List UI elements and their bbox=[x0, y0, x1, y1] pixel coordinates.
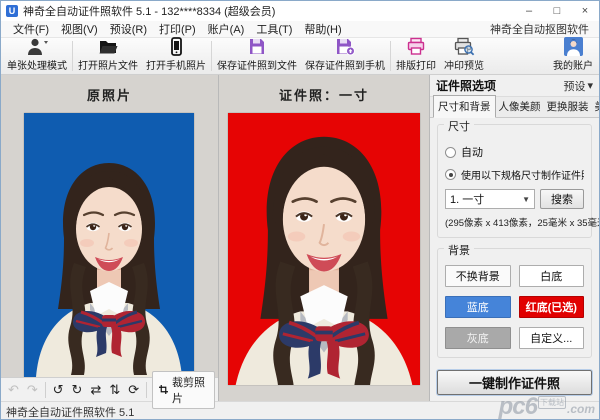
menu-tools[interactable]: 工具(T) bbox=[250, 21, 298, 37]
spec-size-label: 使用以下规格尺寸制作证件照: bbox=[461, 167, 584, 182]
menu-view[interactable]: 视图(V) bbox=[55, 21, 104, 37]
print-preview-label: 冲印预览 bbox=[444, 57, 484, 72]
print-preview-button[interactable]: 冲印预览 bbox=[440, 38, 488, 74]
rotate-free-icon[interactable]: ⟳ bbox=[124, 379, 143, 401]
phone-icon bbox=[166, 37, 186, 56]
save-to-phone-button[interactable]: 保存证件照到手机 bbox=[301, 38, 389, 74]
avatar bbox=[564, 37, 583, 56]
layout-print-label: 排版打印 bbox=[396, 57, 436, 72]
auto-size-radio[interactable] bbox=[445, 147, 456, 158]
printer-icon bbox=[406, 37, 426, 56]
app-icon: U bbox=[6, 5, 18, 17]
main-area: 原照片 ↶ ↷ ↺ ↻ ⇄ ⇅ ⟳ 裁剪照片 bbox=[1, 75, 599, 401]
bg-custom-button[interactable]: 自定义... bbox=[519, 327, 585, 349]
main-toolbar: 单张处理模式 打开照片文件 打开手机照片 保存证件照到文件 保存证件 bbox=[1, 38, 599, 75]
size-spec-value: 1. 一寸 bbox=[450, 191, 484, 207]
original-photo-panel: 原照片 ↶ ↷ ↺ ↻ ⇄ ⇅ ⟳ 裁剪照片 bbox=[1, 75, 219, 401]
preset-dropdown[interactable]: 预设 ▾ bbox=[563, 78, 593, 94]
crop-photo-label: 裁剪照片 bbox=[172, 374, 208, 406]
open-photo-button[interactable]: 打开照片文件 bbox=[74, 38, 142, 74]
app-window: U 神奇全自动证件照软件 5.1 - 132****8334 (超级会员) – … bbox=[0, 0, 600, 420]
flip-vertical-icon[interactable]: ⇅ bbox=[105, 379, 124, 401]
size-group: 尺寸 自动 使用以下规格尺寸制作证件照: 1. 一寸 ▼ bbox=[437, 124, 592, 238]
tab-change-clothes[interactable]: 更换服装 bbox=[544, 96, 592, 117]
spec-size-radio[interactable] bbox=[445, 169, 456, 180]
original-photo-title: 原照片 bbox=[1, 75, 218, 113]
background-group: 背景 不换背景 白底 蓝底 红底(已选) 灰底 自定义... bbox=[437, 248, 592, 358]
crop-photo-button[interactable]: 裁剪照片 bbox=[152, 371, 215, 409]
menu-bar: 文件(F) 视图(V) 预设(R) 打印(P) 账户(A) 工具(T) 帮助(H… bbox=[1, 21, 599, 38]
single-mode-label: 单张处理模式 bbox=[7, 57, 67, 72]
save-phone-icon bbox=[335, 37, 356, 56]
options-panel-title: 证件照选项 bbox=[436, 77, 496, 94]
bg-red-button[interactable]: 红底(已选) bbox=[519, 296, 585, 318]
minimize-button[interactable]: – bbox=[515, 1, 543, 21]
background-group-title: 背景 bbox=[444, 242, 474, 258]
auto-size-label: 自动 bbox=[461, 144, 483, 160]
save-to-phone-label: 保存证件照到手机 bbox=[305, 57, 385, 72]
bg-blue-button[interactable]: 蓝底 bbox=[445, 296, 511, 318]
spec-size-option[interactable]: 使用以下规格尺寸制作证件照: bbox=[445, 167, 584, 182]
single-mode-button[interactable]: 单张处理模式 bbox=[3, 38, 71, 74]
title-bar: U 神奇全自动证件照软件 5.1 - 132****8334 (超级会员) – … bbox=[1, 1, 599, 21]
my-account-label: 我的账户 bbox=[553, 57, 593, 72]
id-photo-options-panel: 证件照选项 预设 ▾ 尺寸和背景 人像美颜 更换服装 美化滤镜 尺寸 自动 bbox=[430, 75, 599, 401]
id-photo-title: 证件照：一寸 bbox=[219, 75, 429, 113]
status-text: 神奇全自动证件照软件 5.1 bbox=[6, 404, 134, 420]
size-spec-select[interactable]: 1. 一寸 ▼ bbox=[445, 189, 535, 209]
menu-print[interactable]: 打印(P) bbox=[153, 21, 202, 37]
id-photo-panel: 证件照：一寸 bbox=[219, 75, 430, 401]
chevron-down-icon: ▼ bbox=[522, 195, 530, 204]
id-photo-preview bbox=[228, 113, 420, 385]
print-preview-icon bbox=[454, 37, 475, 56]
single-mode-icon bbox=[25, 37, 49, 56]
size-group-title: 尺寸 bbox=[444, 118, 474, 134]
rotate-left-icon[interactable]: ↺ bbox=[49, 379, 68, 401]
open-phone-photo-label: 打开手机照片 bbox=[146, 57, 206, 72]
make-id-photo-button[interactable]: 一键制作证件照 bbox=[437, 370, 592, 395]
save-file-icon bbox=[247, 37, 267, 56]
search-spec-button[interactable]: 搜索 bbox=[540, 189, 584, 209]
flip-horizontal-icon[interactable]: ⇄ bbox=[86, 379, 105, 401]
size-dimensions-text: (295像素 x 413像素，25毫米 x 35毫米) bbox=[445, 215, 584, 229]
bg-keep-button[interactable]: 不换背景 bbox=[445, 265, 511, 287]
tab-beautify-face[interactable]: 人像美颜 bbox=[496, 96, 544, 117]
bg-white-button[interactable]: 白底 bbox=[519, 265, 585, 287]
cutout-software-link[interactable]: 神奇全自动抠图软件 bbox=[486, 21, 593, 37]
menu-account[interactable]: 账户(A) bbox=[202, 21, 251, 37]
save-to-file-button[interactable]: 保存证件照到文件 bbox=[213, 38, 301, 74]
chevron-down-icon: ▾ bbox=[587, 79, 593, 92]
rotate-right-icon[interactable]: ↻ bbox=[68, 379, 87, 401]
auto-size-option[interactable]: 自动 bbox=[445, 144, 584, 160]
my-account-button[interactable]: 我的账户 bbox=[549, 38, 597, 74]
photo-edit-toolbar: ↶ ↷ ↺ ↻ ⇄ ⇅ ⟳ 裁剪照片 bbox=[1, 377, 218, 401]
folder-open-icon bbox=[98, 37, 118, 56]
status-bar: 神奇全自动证件照软件 5.1 bbox=[1, 401, 599, 420]
preset-label: 预设 bbox=[563, 78, 585, 94]
open-photo-label: 打开照片文件 bbox=[78, 57, 138, 72]
tab-filters[interactable]: 美化滤镜 bbox=[592, 96, 600, 117]
menu-preset[interactable]: 预设(R) bbox=[104, 21, 153, 37]
window-title: 神奇全自动证件照软件 5.1 - 132****8334 (超级会员) bbox=[23, 3, 515, 19]
crop-icon bbox=[159, 384, 168, 395]
redo-icon[interactable]: ↷ bbox=[23, 379, 42, 401]
maximize-button[interactable]: □ bbox=[543, 1, 571, 21]
menu-help[interactable]: 帮助(H) bbox=[298, 21, 347, 37]
close-button[interactable]: × bbox=[571, 1, 599, 21]
layout-print-button[interactable]: 排版打印 bbox=[392, 38, 440, 74]
tab-size-background[interactable]: 尺寸和背景 bbox=[433, 95, 496, 118]
open-phone-photo-button[interactable]: 打开手机照片 bbox=[142, 38, 210, 74]
original-photo-canvas[interactable] bbox=[24, 113, 194, 377]
menu-file[interactable]: 文件(F) bbox=[7, 21, 55, 37]
options-tabs: 尺寸和背景 人像美颜 更换服装 美化滤镜 bbox=[430, 97, 599, 118]
save-to-file-label: 保存证件照到文件 bbox=[217, 57, 297, 72]
bg-gray-button[interactable]: 灰底 bbox=[445, 327, 511, 349]
undo-icon[interactable]: ↶ bbox=[4, 379, 23, 401]
